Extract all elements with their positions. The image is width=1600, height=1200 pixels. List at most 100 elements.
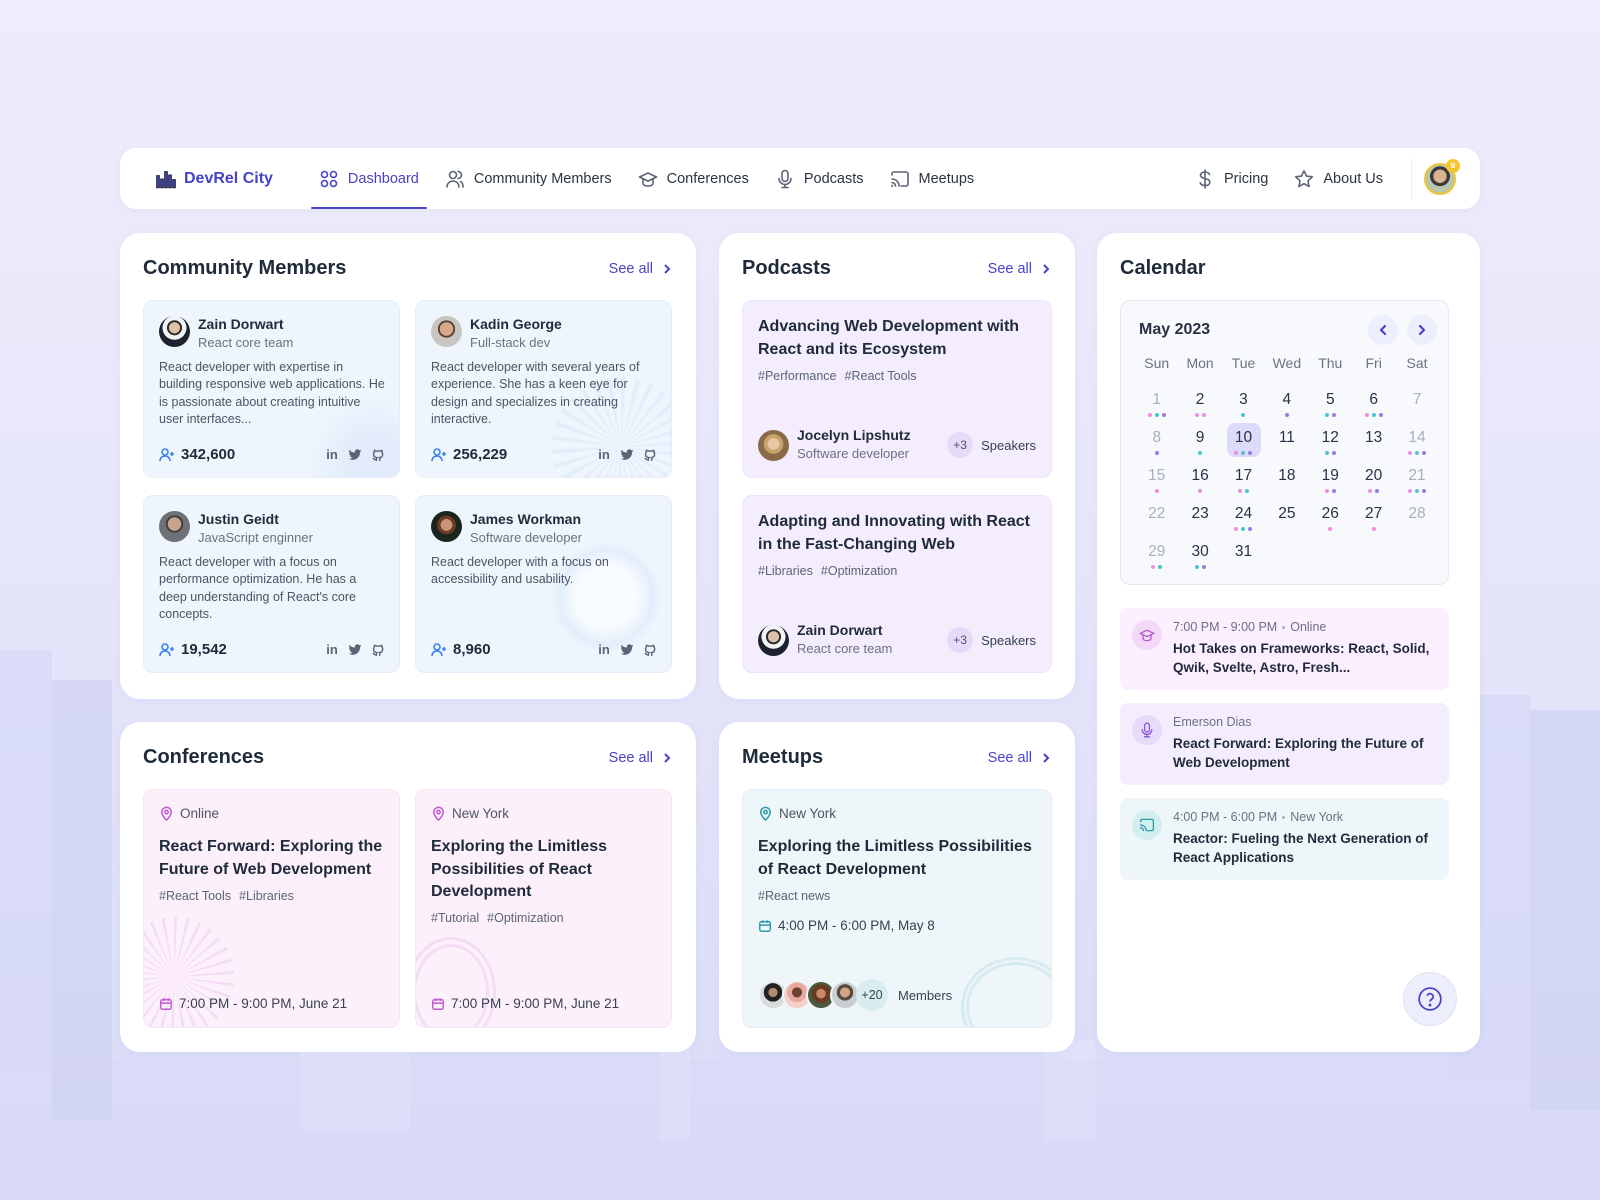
twitter-icon[interactable] <box>620 643 634 657</box>
twitter-icon[interactable] <box>348 643 362 657</box>
calendar-day[interactable]: 2 <box>1178 383 1221 421</box>
calendar-day[interactable]: 12 <box>1309 421 1352 459</box>
calendar-panel: Calendar May 2023 Sun Mon Tue Wed Thu Fri Sat 1… <box>1097 233 1480 1052</box>
tag[interactable]: #Performance <box>758 369 837 383</box>
day-number: 26 <box>1321 505 1339 522</box>
speaker[interactable]: Jocelyn Lipshutz Software developer <box>758 427 911 463</box>
podcasts-see-all-link[interactable]: See all <box>988 261 1052 277</box>
calendar-day[interactable]: 11 <box>1265 421 1308 459</box>
tag[interactable]: #Optimization <box>821 564 897 578</box>
nav-pricing[interactable]: Pricing <box>1187 148 1276 209</box>
nav-community-members[interactable]: Community Members <box>437 148 620 209</box>
event-dot <box>1371 527 1376 531</box>
user-avatar[interactable]: ♛ <box>1424 158 1460 195</box>
calendar-day[interactable]: 30 <box>1178 535 1221 573</box>
conference-card[interactable]: Online React Forward: Exploring the Futu… <box>143 789 400 1028</box>
next-month-button[interactable] <box>1407 315 1437 345</box>
meetup-card[interactable]: New York Exploring the Limitless Possibi… <box>742 789 1052 1028</box>
calendar-day-selected[interactable]: 10 <box>1222 421 1265 459</box>
speaker[interactable]: Zain Dorwart React core team <box>758 622 892 658</box>
microphone-icon <box>775 169 795 189</box>
community-see-all-link[interactable]: See all <box>609 261 673 277</box>
chevron-right-icon <box>1043 752 1050 763</box>
calendar-day[interactable]: 5 <box>1309 383 1352 421</box>
member-card[interactable]: Kadin George Full-stack dev React develop… <box>415 300 672 478</box>
calendar-day[interactable]: 1 <box>1135 383 1178 421</box>
calendar-day[interactable]: 24 <box>1222 497 1265 535</box>
linkedin-icon[interactable]: in <box>597 642 611 657</box>
nav-podcasts[interactable]: Podcasts <box>767 148 872 209</box>
brand-logo[interactable]: DevRel City <box>156 169 273 189</box>
calendar-day[interactable]: 13 <box>1352 421 1395 459</box>
tag[interactable]: #React Tools <box>845 369 917 383</box>
calendar-day[interactable]: 8 <box>1135 421 1178 459</box>
github-icon[interactable] <box>643 643 657 657</box>
tag[interactable]: #React news <box>758 889 830 903</box>
agenda-item[interactable]: 4:00 PM - 6:00 PM New York Reactor: Fueli… <box>1120 798 1449 880</box>
meetup-members[interactable]: +20 Members <box>758 979 952 1011</box>
calendar-day[interactable]: 7 <box>1395 383 1438 421</box>
nav-meetups[interactable]: Meetups <box>882 148 983 209</box>
member-avatar <box>431 316 462 347</box>
calendar-day[interactable]: 20 <box>1352 459 1395 497</box>
calendar-day[interactable]: 16 <box>1178 459 1221 497</box>
more-speakers[interactable]: +3 Speakers <box>947 432 1036 458</box>
calendar-day[interactable]: 14 <box>1395 421 1438 459</box>
event-dot <box>1422 451 1427 455</box>
calendar-day[interactable]: 25 <box>1265 497 1308 535</box>
help-button[interactable] <box>1403 972 1457 1026</box>
nav-dashboard[interactable]: Dashboard <box>310 148 427 209</box>
day-number: 13 <box>1365 429 1383 446</box>
calendar-day[interactable]: 28 <box>1395 497 1438 535</box>
calendar-day[interactable]: 22 <box>1135 497 1178 535</box>
agenda-time: 7:00 PM - 9:00 PM <box>1173 620 1278 634</box>
github-icon[interactable] <box>643 448 657 462</box>
calendar-day[interactable]: 29 <box>1135 535 1178 573</box>
podcast-card[interactable]: Adapting and Innovating with React in th… <box>742 495 1052 673</box>
tag[interactable]: #Libraries <box>239 889 294 903</box>
agenda-item[interactable]: Emerson Dias React Forward: Exploring th… <box>1120 703 1449 785</box>
member-card[interactable]: Justin Geidt JavaScript enginner React de… <box>143 495 400 673</box>
linkedin-icon[interactable]: in <box>325 447 339 462</box>
more-speakers[interactable]: +3 Speakers <box>947 627 1036 653</box>
meetups-see-all-link[interactable]: See all <box>988 750 1052 766</box>
twitter-icon[interactable] <box>620 448 634 462</box>
member-card[interactable]: James Workman Software developer React de… <box>415 495 672 673</box>
calendar-day[interactable]: 23 <box>1178 497 1221 535</box>
linkedin-icon[interactable]: in <box>597 447 611 462</box>
calendar-day[interactable]: 9 <box>1178 421 1221 459</box>
event-dots <box>1328 527 1333 531</box>
calendar-day[interactable]: 15 <box>1135 459 1178 497</box>
agenda-item[interactable]: 7:00 PM - 9:00 PM Online Hot Takes on Fra… <box>1120 608 1449 690</box>
nav-conferences[interactable]: Conferences <box>630 148 757 209</box>
previous-month-button[interactable] <box>1368 315 1398 345</box>
weekday-label: Wed <box>1272 355 1302 371</box>
calendar-day[interactable]: 19 <box>1309 459 1352 497</box>
background-building <box>1530 710 1600 1110</box>
weekday-label: Sat <box>1406 355 1428 371</box>
conferences-see-all-link[interactable]: See all <box>609 750 673 766</box>
conference-card[interactable]: New York Exploring the Limitless Possibi… <box>415 789 672 1028</box>
calendar-day[interactable]: 6 <box>1352 383 1395 421</box>
calendar-day[interactable]: 31 <box>1222 535 1265 573</box>
tag[interactable]: #Libraries <box>758 564 813 578</box>
calendar-day[interactable]: 3 <box>1222 383 1265 421</box>
tag[interactable]: #React Tools <box>159 889 231 903</box>
member-card[interactable]: Zain Dorwart React core team React develo… <box>143 300 400 478</box>
calendar-day[interactable]: 27 <box>1352 497 1395 535</box>
calendar-day[interactable]: 26 <box>1309 497 1352 535</box>
calendar-day[interactable]: 18 <box>1265 459 1308 497</box>
linkedin-icon[interactable]: in <box>325 642 339 657</box>
tag[interactable]: #Optimization <box>487 911 563 925</box>
github-icon[interactable] <box>371 448 385 462</box>
podcast-card[interactable]: Advancing Web Development with React and… <box>742 300 1052 478</box>
nav-about-us[interactable]: About Us <box>1286 148 1391 209</box>
tag[interactable]: #Tutorial <box>431 911 479 925</box>
github-icon[interactable] <box>371 643 385 657</box>
calendar-day[interactable]: 21 <box>1395 459 1438 497</box>
calendar-day[interactable]: 17 <box>1222 459 1265 497</box>
calendar-widget: May 2023 Sun Mon Tue Wed Thu Fri Sat 1 2 3 4 5 6 7 8 9 1… <box>1120 300 1449 585</box>
followers-count: 342,600 <box>159 446 235 463</box>
calendar-day[interactable]: 4 <box>1265 383 1308 421</box>
twitter-icon[interactable] <box>348 448 362 462</box>
